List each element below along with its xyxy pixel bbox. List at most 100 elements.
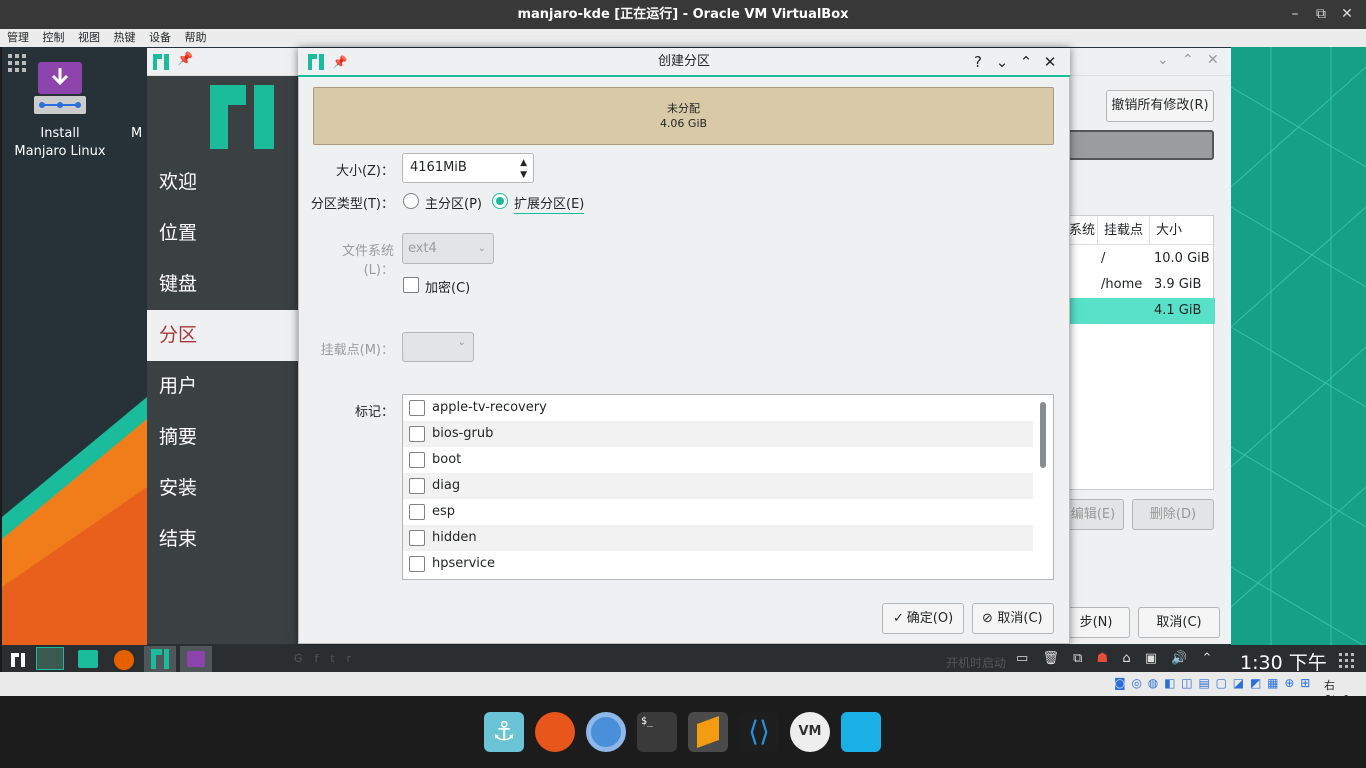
grid-menu-icon[interactable] [1339, 653, 1355, 669]
firefox-icon[interactable] [114, 650, 134, 670]
list-item[interactable]: hidden [403, 525, 1033, 551]
col-size[interactable]: 大小 [1149, 216, 1182, 245]
ok-button[interactable]: ✓ 确定(O) [882, 603, 964, 634]
col-filesystem[interactable]: 系统 [1069, 216, 1095, 245]
social-icons: Gftr [294, 652, 414, 670]
capture-icon[interactable]: ◩ [1250, 676, 1261, 690]
chevron-down-icon[interactable]: ⌄ [1157, 52, 1169, 68]
menu-view[interactable]: 视图 [78, 29, 100, 47]
cpu-icon[interactable]: ▦ [1267, 676, 1278, 690]
list-item[interactable]: diag [403, 473, 1033, 499]
list-item[interactable]: hpservice [403, 551, 1033, 577]
pin-icon[interactable]: 📌 [177, 52, 193, 67]
table-row[interactable]: / 10.0 GiB [1069, 246, 1215, 272]
close-icon[interactable]: ✕ [1334, 0, 1360, 29]
usb-icon[interactable]: ⌂ [1122, 651, 1130, 666]
cd-icon[interactable]: ◎ [1131, 676, 1141, 690]
revert-all-button[interactable]: 撤销所有修改(R) [1106, 90, 1214, 122]
encrypt-checkbox[interactable] [403, 277, 419, 293]
volume-icon[interactable]: 🔊 [1171, 651, 1187, 666]
next-button[interactable]: 步(N) [1062, 607, 1130, 638]
flag-checkbox[interactable] [409, 504, 425, 520]
menu-manage[interactable]: 管理 [7, 29, 29, 47]
minimize-icon[interactable]: – [1282, 0, 1308, 29]
primary-radio[interactable] [403, 193, 419, 209]
menu-help[interactable]: 帮助 [185, 29, 207, 47]
col-mountpoint[interactable]: 挂载点 [1097, 216, 1143, 245]
shared-folder-icon[interactable]: ▤ [1198, 676, 1209, 690]
flag-checkbox[interactable] [409, 452, 425, 468]
show-desktop-icon[interactable] [36, 647, 64, 670]
help-icon[interactable]: ? [968, 52, 988, 72]
edit-button[interactable]: 编辑(E) [1062, 499, 1124, 530]
extended-radio-label[interactable]: 扩展分区(E) [514, 193, 585, 214]
restore-icon[interactable]: ⧉ [1308, 0, 1334, 29]
clipboard-icon[interactable]: ▭ [1016, 651, 1028, 666]
reddit-icon[interactable]: r [347, 652, 364, 665]
menu-devices[interactable]: 设备 [149, 29, 171, 47]
dialog-minimize-icon[interactable]: ⌄ [992, 52, 1012, 72]
twitter-icon[interactable]: t [330, 652, 346, 665]
gplus-icon[interactable]: G [294, 652, 315, 665]
clock[interactable]: 1:30 下午 [1240, 648, 1327, 675]
trash-icon[interactable]: 🗑 [1042, 651, 1059, 666]
ghost-icon[interactable]: ☗ [1097, 651, 1109, 666]
terminal-dock-icon[interactable]: $_ [637, 712, 677, 752]
audio-icon[interactable]: ◍ [1148, 676, 1158, 690]
spin-arrows-icon[interactable]: ▲ ▼ [520, 154, 527, 181]
net-icon[interactable]: ◧ [1164, 676, 1175, 690]
arrow-icon[interactable]: ⊕ [1284, 676, 1294, 690]
manjaro-menu-icon[interactable] [11, 652, 25, 667]
list-item[interactable]: boot [403, 447, 1033, 473]
menu-hotkeys[interactable]: 热键 [114, 29, 136, 47]
sublime-dock-icon[interactable] [688, 712, 728, 752]
extended-radio[interactable] [492, 193, 508, 209]
table-row[interactable]: /home 3.9 GiB [1069, 272, 1215, 298]
list-item[interactable]: esp [403, 499, 1033, 525]
mouse-icon[interactable]: ⊞ [1300, 676, 1310, 690]
copy-icon[interactable]: ⧉ [1073, 651, 1082, 666]
files-dock-icon[interactable] [841, 712, 881, 752]
size-spinbox[interactable]: 4161MiB ▲ ▼ [402, 153, 534, 183]
taskbar-installer-icon[interactable] [144, 646, 176, 672]
hdd-icon[interactable]: ◙ [1114, 676, 1126, 690]
facebook-icon[interactable]: f [315, 652, 331, 665]
chevron-up-icon[interactable]: ⌃ [1182, 52, 1194, 68]
filesystem-combo[interactable]: ext4 ⌄ [402, 233, 494, 264]
taskbar-install-app-icon[interactable] [180, 646, 212, 672]
delete-button[interactable]: 删除(D) [1132, 499, 1214, 530]
usb-device-icon[interactable]: ◫ [1181, 676, 1192, 690]
encrypt-label[interactable]: 加密(C) [425, 277, 470, 296]
installer-cancel-button[interactable]: 取消(C) [1138, 607, 1220, 638]
flag-checkbox[interactable] [409, 556, 425, 572]
flags-scrollbar[interactable] [1040, 402, 1046, 468]
primary-radio-label[interactable]: 主分区(P) [425, 193, 482, 212]
chromium-dock-icon[interactable] [586, 712, 626, 752]
firefox-dock-icon[interactable] [535, 712, 575, 752]
mountpoint-combo[interactable]: ⌄ [402, 332, 474, 362]
dialog-close-icon[interactable]: ✕ [1040, 52, 1060, 72]
flag-checkbox[interactable] [409, 478, 425, 494]
list-item[interactable]: bios-grub [403, 421, 1033, 447]
dialog-pin-icon[interactable]: 📌 [330, 52, 350, 72]
recording-icon[interactable]: ◪ [1233, 676, 1244, 690]
network-icon[interactable]: ▣ [1145, 651, 1157, 666]
flag-checkbox[interactable] [409, 530, 425, 546]
display-icon[interactable]: ▢ [1216, 676, 1227, 690]
vscode-dock-icon[interactable]: ⟨⟩ [739, 712, 779, 752]
flag-checkbox[interactable] [409, 426, 425, 442]
tray-expand-icon[interactable]: ⌃ [1202, 651, 1213, 666]
app-grid-icon[interactable] [8, 54, 26, 72]
flag-checkbox[interactable] [409, 400, 425, 416]
menu-control[interactable]: 控制 [43, 29, 65, 47]
vmware-dock-icon[interactable]: VM [790, 712, 830, 752]
anchor-app-icon[interactable]: ⚓ [484, 712, 524, 752]
table-row-selected[interactable]: 4.1 GiB [1069, 298, 1215, 324]
dialog-maximize-icon[interactable]: ⌃ [1016, 52, 1036, 72]
dialog-cancel-button[interactable]: ⊘ 取消(C) [972, 603, 1054, 634]
file-manager-icon[interactable] [78, 650, 98, 668]
install-manjaro-icon[interactable] [34, 60, 86, 116]
list-item[interactable]: apple-tv-recovery [403, 395, 1033, 421]
installer-close-icon[interactable]: ✕ [1207, 52, 1219, 68]
install-manjaro-label[interactable]: Install Manjaro Linux [4, 125, 116, 161]
